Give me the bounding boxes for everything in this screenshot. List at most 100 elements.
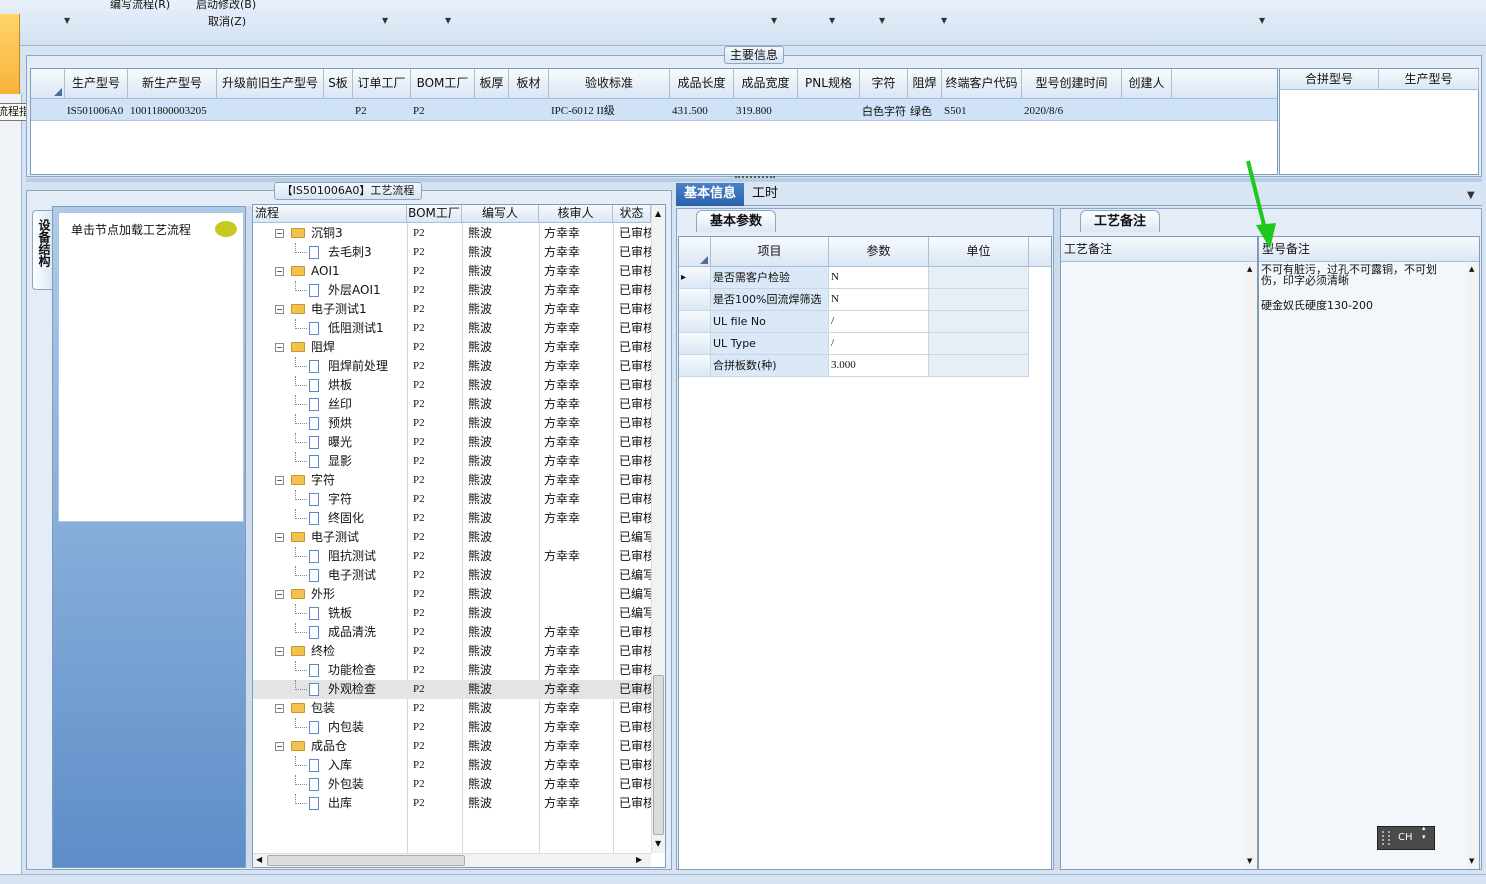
process-row[interactable]: − 包装 P2 熊波 方幸幸 已审核: [253, 699, 663, 718]
param-value[interactable]: /: [829, 333, 929, 355]
process-row[interactable]: 电子测试 P2 熊波 已编写: [253, 566, 663, 585]
process-row[interactable]: − 成品仓 P2 熊波 方幸幸 已审核: [253, 737, 663, 756]
process-name[interactable]: 字符: [328, 490, 407, 509]
param-unit[interactable]: [929, 267, 1029, 289]
process-name[interactable]: 成品清洗: [328, 623, 407, 642]
process-name[interactable]: 外形: [311, 585, 407, 604]
hscroll-thumb[interactable]: [267, 855, 465, 866]
main-info-header-6[interactable]: BOM工厂: [411, 69, 475, 99]
process-name[interactable]: 成品仓: [311, 737, 407, 756]
main-info-header-14[interactable]: 阻焊: [908, 69, 942, 99]
process-name[interactable]: 电子测试: [311, 528, 407, 547]
main-info-header-13[interactable]: 字符: [860, 69, 908, 99]
dropdown-arrow-icon[interactable]: ▼: [941, 16, 947, 25]
main-info-cell-6[interactable]: P2: [413, 102, 475, 121]
remark-scrollbar[interactable]: ▲ ▼: [1245, 263, 1257, 869]
process-remark-box[interactable]: 工艺备注 ▲ ▼: [1060, 236, 1258, 870]
param-item-header[interactable]: 项目: [711, 237, 829, 267]
process-header-5[interactable]: 状态: [613, 205, 651, 223]
main-info-header-10[interactable]: 成品长度: [670, 69, 734, 99]
process-name[interactable]: 烘板: [328, 376, 407, 395]
main-info-header-4[interactable]: S板: [324, 69, 353, 99]
main-info-header-1[interactable]: 生产型号: [65, 69, 128, 99]
process-row[interactable]: − 沉铜3 P2 熊波 方幸幸 已审核: [253, 224, 663, 243]
dropdown-arrow-icon[interactable]: ▼: [879, 16, 885, 25]
scroll-down-icon[interactable]: ▼: [655, 839, 661, 848]
process-row[interactable]: − 字符 P2 熊波 方幸幸 已审核: [253, 471, 663, 490]
main-info-header-15[interactable]: 终端客户代码: [942, 69, 1022, 99]
process-name[interactable]: 终检: [311, 642, 407, 661]
scroll-down-icon[interactable]: ▼: [1247, 857, 1252, 865]
process-row[interactable]: − 终检 P2 熊波 方幸幸 已审核: [253, 642, 663, 661]
process-name[interactable]: 外层AOI1: [328, 281, 407, 300]
collapse-toggle-icon[interactable]: −: [275, 647, 284, 656]
collapse-toggle-icon[interactable]: −: [275, 704, 284, 713]
main-info-cell-11[interactable]: 319.800: [736, 102, 798, 121]
process-name[interactable]: AOI1: [311, 262, 407, 281]
param-unit[interactable]: [929, 333, 1029, 355]
main-info-cell-15[interactable]: S501: [944, 102, 1022, 121]
param-unit-header[interactable]: 单位: [929, 237, 1029, 267]
process-row[interactable]: 丝印 P2 熊波 方幸幸 已审核: [253, 395, 663, 414]
splitter-grip-icon[interactable]: [735, 176, 775, 180]
param-item[interactable]: 合拼板数(种): [711, 355, 829, 377]
process-name[interactable]: 阻焊前处理: [328, 357, 407, 376]
process-name[interactable]: 铣板: [328, 604, 407, 623]
process-header-3[interactable]: 编写人: [462, 205, 539, 223]
combined-model-grid[interactable]: 合拼型号 生产型号: [1279, 68, 1479, 175]
process-row[interactable]: 字符 P2 熊波 方幸幸 已审核: [253, 490, 663, 509]
remark-scrollbar[interactable]: ▲ ▼: [1467, 263, 1479, 869]
main-info-header-16[interactable]: 型号创建时间: [1022, 69, 1122, 99]
scroll-up-icon[interactable]: ▲: [655, 209, 661, 218]
main-info-cell-13[interactable]: 白色字符: [862, 102, 908, 121]
param-value[interactable]: /: [829, 311, 929, 333]
row-header[interactable]: [679, 311, 711, 333]
model-remark-box[interactable]: 型号备注 不可有脏污，过孔不可露铜，不可划伤，印字必须清晰 硬金奴氏硬度130-…: [1258, 236, 1480, 870]
param-value[interactable]: 3.000: [829, 355, 929, 377]
collapse-toggle-icon[interactable]: −: [275, 267, 284, 276]
process-name[interactable]: 外观检查: [328, 680, 407, 699]
row-header-corner[interactable]: [31, 69, 65, 99]
basic-params-grid[interactable]: 项目 参数 单位 ▸ 是否需客户检验 N 是否100%回流焊筛选 N UL file No…: [678, 236, 1052, 870]
process-name[interactable]: 低阻测试1: [328, 319, 407, 338]
process-header-1[interactable]: 流程: [253, 205, 407, 223]
process-name[interactable]: 入库: [328, 756, 407, 775]
process-name[interactable]: 内包装: [328, 718, 407, 737]
main-info-cell-2[interactable]: 10011800003205: [130, 102, 217, 121]
main-info-cell-1[interactable]: IS501006A0: [67, 102, 128, 121]
param-item[interactable]: UL Type: [711, 333, 829, 355]
process-row[interactable]: − 电子测试 P2 熊波 已编写: [253, 528, 663, 547]
horizontal-scrollbar[interactable]: ◀ ▶: [253, 853, 651, 867]
param-value[interactable]: N: [829, 289, 929, 311]
ime-indicator[interactable]: CH ▴ ▾: [1377, 824, 1435, 850]
process-name[interactable]: 预烘: [328, 414, 407, 433]
process-row[interactable]: 曝光 P2 熊波 方幸幸 已审核: [253, 433, 663, 452]
collapse-toggle-icon[interactable]: −: [275, 590, 284, 599]
process-name[interactable]: 终固化: [328, 509, 407, 528]
menu-edit-process[interactable]: 编写流程(R): [110, 0, 170, 12]
row-header[interactable]: [679, 289, 711, 311]
main-info-header-8[interactable]: 板材: [509, 69, 549, 99]
main-info-header-5[interactable]: 订单工厂: [353, 69, 411, 99]
process-name[interactable]: 显影: [328, 452, 407, 471]
dropdown-arrow-icon[interactable]: ▼: [829, 16, 835, 25]
param-unit[interactable]: [929, 311, 1029, 333]
param-unit[interactable]: [929, 289, 1029, 311]
process-tree-grid[interactable]: 流程BOM工厂编写人核审人状态 −沉铜3P2熊波方幸幸已审核去毛刺3P2熊波方幸…: [252, 204, 666, 868]
collapse-toggle-icon[interactable]: −: [275, 476, 284, 485]
process-row[interactable]: 显影 P2 熊波 方幸幸 已审核: [253, 452, 663, 471]
dropdown-arrow-icon[interactable]: ▼: [1259, 16, 1265, 25]
process-row[interactable]: 阻抗测试 P2 熊波 方幸幸 已审核: [253, 547, 663, 566]
main-info-grid[interactable]: 生产型号 新生产型号 升级前旧生产型号 S板 订单工厂 BOM工厂 板厚 板材 验收标准 成品长度…: [30, 68, 1278, 175]
collapse-toggle-icon[interactable]: −: [275, 742, 284, 751]
collapse-toggle-icon[interactable]: −: [275, 305, 284, 314]
combined-model-header[interactable]: 合拼型号: [1280, 69, 1379, 90]
collapse-toggle-icon[interactable]: −: [275, 229, 284, 238]
dropdown-arrow-icon[interactable]: ▼: [771, 16, 777, 25]
process-name[interactable]: 出库: [328, 794, 407, 813]
process-row[interactable]: 入库 P2 熊波 方幸幸 已审核: [253, 756, 663, 775]
row-header[interactable]: [679, 355, 711, 377]
param-value-header[interactable]: 参数: [829, 237, 929, 267]
main-info-header-11[interactable]: 成品宽度: [734, 69, 798, 99]
scroll-left-icon[interactable]: ◀: [256, 855, 262, 864]
